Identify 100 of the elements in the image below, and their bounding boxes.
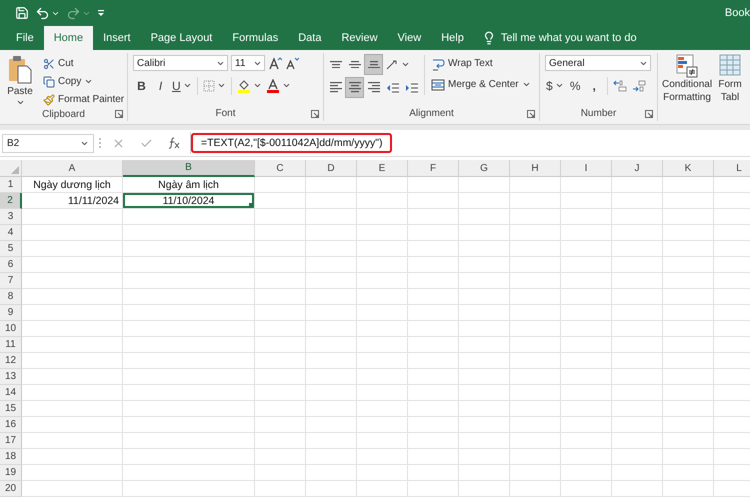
table-cell[interactable] [510,225,561,241]
paste-button[interactable]: Paste [5,55,35,108]
table-cell[interactable] [123,209,255,225]
table-cell[interactable] [663,289,714,305]
table-cell[interactable] [357,369,408,385]
row-header[interactable]: 12 [0,353,22,369]
formula-field[interactable]: =TEXT(A2,"[$-0011042A]dd/mm/yyyy") [190,132,750,154]
table-cell[interactable] [663,353,714,369]
table-cell[interactable] [306,193,357,209]
row-header[interactable]: 20 [0,481,22,497]
table-cell[interactable] [22,225,123,241]
align-button[interactable] [346,78,363,97]
number-format-field[interactable]: General [545,55,651,71]
table-cell[interactable] [459,289,510,305]
column-header[interactable]: F [408,160,459,177]
table-cell[interactable] [612,209,663,225]
table-cell[interactable] [561,417,612,433]
table-cell[interactable] [357,417,408,433]
ribbon-tab[interactable]: Review [331,26,388,50]
table-cell[interactable] [357,321,408,337]
ribbon-tab[interactable]: Home [44,26,94,50]
fill-handle[interactable] [249,203,254,208]
table-cell[interactable] [510,289,561,305]
table-cell[interactable] [123,385,255,401]
table-cell[interactable] [255,433,306,449]
copy-button[interactable]: Copy [41,73,126,90]
table-cell[interactable] [459,177,510,193]
table-cell[interactable] [123,337,255,353]
grow-font-icon[interactable] [268,56,282,70]
table-cell[interactable] [612,353,663,369]
table-cell[interactable] [561,401,612,417]
table-cell[interactable] [357,433,408,449]
table-cell[interactable] [408,225,459,241]
table-cell[interactable] [255,353,306,369]
ribbon-tab[interactable]: Formulas [222,26,288,50]
dialog-launcher-icon[interactable] [527,110,535,118]
conditional-formatting-button[interactable]: Conditional Formatting [660,54,714,124]
table-cell[interactable] [459,241,510,257]
percent-button[interactable]: % [566,76,584,95]
table-cell[interactable] [612,369,663,385]
table-cell[interactable] [561,449,612,465]
table-cell[interactable] [255,481,306,497]
table-cell[interactable] [357,257,408,273]
table-cell[interactable] [408,337,459,353]
table-cell[interactable] [561,465,612,481]
table-cell[interactable] [255,273,306,289]
table-cell[interactable] [408,257,459,273]
table-cell[interactable] [408,465,459,481]
format-painter-button[interactable]: Format Painter [41,91,126,108]
table-cell[interactable] [561,257,612,273]
table-cell[interactable] [459,465,510,481]
table-cell[interactable] [408,177,459,193]
table-cell[interactable] [510,449,561,465]
row-header[interactable]: 6 [0,257,22,273]
table-cell[interactable] [663,401,714,417]
merge-center-button[interactable]: Merge & Center [429,76,533,93]
table-cell[interactable] [22,289,123,305]
table-cell[interactable] [612,177,663,193]
table-cell[interactable] [663,385,714,401]
table-cell[interactable] [510,433,561,449]
table-cell[interactable] [123,273,255,289]
row-header[interactable]: 4 [0,225,22,241]
table-cell[interactable] [306,465,357,481]
table-cell[interactable] [22,321,123,337]
dialog-launcher-icon[interactable] [115,110,123,118]
table-cell[interactable] [510,353,561,369]
table-cell[interactable] [510,209,561,225]
table-cell[interactable] [561,481,612,497]
row-header[interactable]: 9 [0,305,22,321]
table-cell[interactable] [408,321,459,337]
table-cell[interactable] [123,465,255,481]
table-cell[interactable] [357,241,408,257]
table-cell[interactable] [357,209,408,225]
table-cell[interactable] [459,257,510,273]
table-cell[interactable] [255,337,306,353]
table-cell[interactable] [306,273,357,289]
table-cell[interactable] [357,449,408,465]
table-cell[interactable] [663,369,714,385]
row-header[interactable]: 13 [0,369,22,385]
table-cell[interactable] [306,241,357,257]
table-cell[interactable] [306,449,357,465]
table-cell[interactable] [306,385,357,401]
table-cell[interactable] [561,369,612,385]
table-cell[interactable] [22,417,123,433]
table-cell[interactable] [459,433,510,449]
table-cell[interactable] [510,273,561,289]
table-cell[interactable] [459,273,510,289]
table-cell[interactable] [510,465,561,481]
table-cell[interactable] [663,305,714,321]
table-cell[interactable] [561,353,612,369]
table-cell[interactable] [306,209,357,225]
table-cell[interactable] [306,401,357,417]
table-cell[interactable] [612,305,663,321]
table-cell[interactable] [510,193,561,209]
table-cell[interactable] [357,273,408,289]
table-cell[interactable] [22,449,123,465]
column-header[interactable]: K [663,160,714,177]
select-all-icon[interactable] [11,166,19,174]
table-cell[interactable] [459,209,510,225]
column-header[interactable]: C [255,160,306,177]
